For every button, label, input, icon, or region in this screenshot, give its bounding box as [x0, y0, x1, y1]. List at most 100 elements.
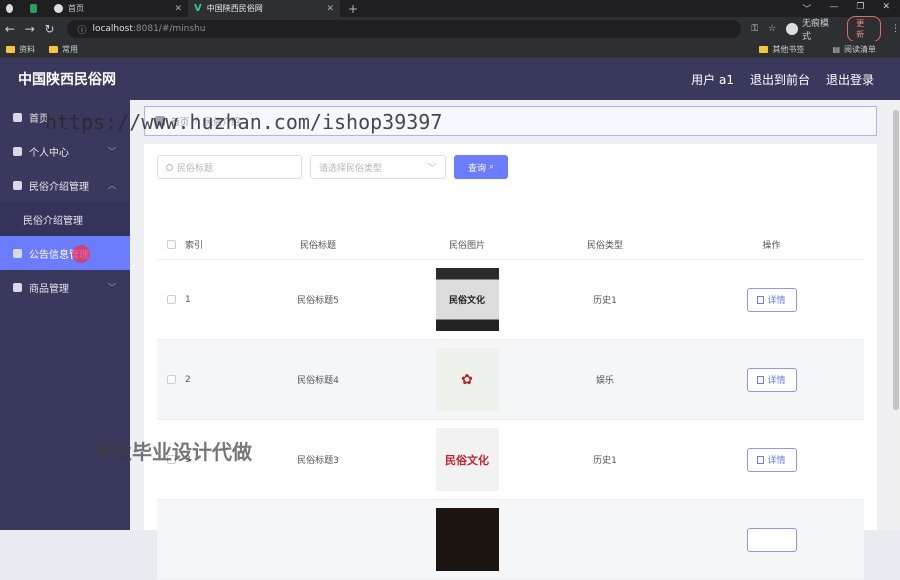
- window-close-icon[interactable]: ✕: [882, 2, 890, 15]
- menu-dots-icon[interactable]: ⋮: [891, 24, 900, 34]
- sidebar: 首页 个人中心 ﹀ 民俗介绍管理 ︿ 民俗介绍管理 公告信息管理 商品管理 ﹀: [0, 100, 130, 530]
- user-icon: [13, 146, 22, 156]
- row-index: 1: [185, 294, 191, 305]
- close-icon[interactable]: ✕: [326, 4, 334, 14]
- tab-label: 首页: [68, 4, 84, 13]
- scrollbar-thumb[interactable]: [893, 110, 899, 410]
- reload-icon[interactable]: ↻: [40, 22, 60, 36]
- home-icon: [13, 112, 22, 122]
- folder-icon: [759, 45, 769, 53]
- incognito-indicator[interactable]: 无痕模式: [786, 16, 837, 42]
- sidebar-item-goods-management[interactable]: 商品管理 ﹀: [0, 270, 130, 304]
- chevron-down-icon: ﹀: [108, 146, 116, 156]
- back-to-front-link[interactable]: 退出到前台: [750, 71, 810, 88]
- row-type: 娱乐: [595, 376, 614, 386]
- table-row: 3 民俗标题3 民俗文化 历史1 详情: [157, 420, 864, 500]
- browser-tab-pinned-2[interactable]: [24, 0, 48, 17]
- search-icon: [166, 163, 173, 171]
- list-card: 民俗标题 请选择民俗类型 ﹀ 查询 ⌕ 索引 民俗标题 民俗图片 民俗类型 操作: [144, 144, 877, 580]
- search-icon: ⌕: [488, 162, 495, 172]
- header-operation: 操作: [762, 241, 781, 251]
- title-search-input[interactable]: 民俗标题: [157, 155, 302, 179]
- table-row: [157, 500, 864, 580]
- sidebar-item-folklore-management[interactable]: 民俗介绍管理 ︿: [0, 168, 130, 202]
- url-path: :8081/#/minshu: [132, 24, 206, 34]
- detail-label: 详情: [767, 456, 786, 466]
- sidebar-subitem-folklore-management[interactable]: 民俗介绍管理: [0, 202, 130, 236]
- new-tab-button[interactable]: +: [348, 2, 358, 16]
- select-all-checkbox[interactable]: [166, 240, 176, 249]
- reading-list-icon: ▤: [832, 44, 840, 54]
- detail-label: 详情: [767, 376, 786, 386]
- globe-icon: [54, 4, 63, 13]
- query-button[interactable]: 查询 ⌕: [454, 155, 508, 179]
- sidebar-item-personal-center[interactable]: 个人中心 ﹀: [0, 134, 130, 168]
- browser-tab-home[interactable]: 首页 ✕: [48, 0, 188, 17]
- window-controls: ﹀ — ❐ ✕: [802, 2, 900, 15]
- sidebar-item-label: 民俗介绍管理: [29, 181, 89, 193]
- sidebar-item-notice-management[interactable]: 公告信息管理: [0, 236, 130, 270]
- sidebar-item-label: 个人中心: [29, 147, 69, 159]
- tab-search-icon[interactable]: ﹀: [802, 2, 811, 15]
- main-content: 首页 / 民俗介绍 民俗标题 请选择民俗类型 ﹀ 查询 ⌕ 索引 民俗标题 民俗…: [130, 100, 892, 580]
- browser-tab-pinned-1[interactable]: [0, 0, 24, 17]
- chevron-down-icon: ﹀: [108, 282, 116, 292]
- bookmark-label: 资料: [19, 44, 35, 54]
- row-title: 民俗标题4: [297, 376, 339, 386]
- detail-button[interactable]: 详情: [746, 287, 797, 312]
- row-type: 历史1: [593, 296, 617, 306]
- folder-icon: [6, 45, 15, 53]
- sidebar-item-label: 民俗介绍管理: [23, 215, 83, 227]
- restore-icon[interactable]: ❐: [856, 2, 864, 15]
- url-input[interactable]: ⓘ localhost:8081/#/minshu: [67, 20, 742, 38]
- detail-button[interactable]: 详情: [746, 367, 797, 392]
- update-button[interactable]: 更新: [847, 16, 881, 42]
- detail-button[interactable]: 详情: [746, 447, 797, 472]
- bookmark-label: 阅读清单: [844, 44, 876, 54]
- page-scrollbar[interactable]: [892, 100, 900, 530]
- table-header: 索引 民俗标题 民俗图片 民俗类型 操作: [157, 230, 864, 260]
- info-icon: ⓘ: [77, 25, 87, 36]
- app-header: 中国陕西民俗网 用户 a1 退出到前台 退出登录: [0, 58, 900, 100]
- site-title: 中国陕西民俗网: [18, 72, 116, 88]
- folklore-table: 索引 民俗标题 民俗图片 民俗类型 操作 1 民俗标题5 民俗文化 历史1 详情…: [157, 230, 864, 580]
- row-title: 民俗标题3: [297, 456, 339, 466]
- bookmark-folder[interactable]: 资料: [6, 44, 35, 55]
- app-icon: [30, 4, 37, 13]
- browser-tab-active[interactable]: V 中国陕西民俗网 ✕: [188, 0, 340, 17]
- row-checkbox[interactable]: [166, 295, 176, 304]
- close-icon[interactable]: ✕: [174, 4, 182, 14]
- folklore-image: ✿: [435, 348, 499, 411]
- tab-label: 中国陕西民俗网: [206, 4, 263, 13]
- incognito-icon: [786, 23, 799, 35]
- title-search-placeholder: 民俗标题: [177, 163, 214, 174]
- row-checkbox[interactable]: [166, 375, 176, 384]
- folder-icon: [49, 45, 58, 53]
- reading-list[interactable]: ▤ 阅读清单: [832, 44, 876, 55]
- url-watermark: https://www.huzhan.com/ishop39397: [45, 110, 443, 134]
- notice-icon: [13, 248, 22, 258]
- search-row: 民俗标题 请选择民俗类型 ﹀ 查询 ⌕: [157, 155, 508, 179]
- other-bookmarks[interactable]: 其他书签: [759, 44, 804, 55]
- browser-tab-bar: 首页 ✕ V 中国陕西民俗网 ✕ + ﹀ — ❐ ✕: [0, 0, 900, 17]
- forward-arrow-icon[interactable]: →: [20, 22, 40, 36]
- folklore-image: [435, 508, 499, 571]
- detail-button[interactable]: [746, 527, 797, 552]
- bookmark-folder[interactable]: 常用: [49, 44, 78, 55]
- key-icon[interactable]: ⚿: [751, 24, 758, 34]
- url-host: localhost: [92, 24, 133, 34]
- bookmarks-bar: 资料 常用 其他书签 ▤ 阅读清单: [0, 41, 900, 58]
- back-arrow-icon[interactable]: ←: [0, 22, 20, 36]
- sidebar-item-label: 商品管理: [29, 283, 69, 295]
- bookmark-label: 常用: [62, 44, 78, 54]
- row-title: 民俗标题5: [297, 296, 339, 306]
- logout-link[interactable]: 退出登录: [826, 71, 874, 88]
- chevron-down-icon: ﹀: [427, 163, 437, 174]
- folklore-image: 民俗文化: [435, 428, 499, 491]
- star-icon[interactable]: ☆: [768, 24, 776, 34]
- minimize-icon[interactable]: —: [829, 2, 838, 15]
- type-select-placeholder: 请选择民俗类型: [319, 163, 383, 174]
- table-row: 2 民俗标题4 ✿ 娱乐 详情: [157, 340, 864, 420]
- type-select[interactable]: 请选择民俗类型 ﹀: [310, 155, 446, 179]
- chevron-up-icon: ︿: [108, 180, 116, 190]
